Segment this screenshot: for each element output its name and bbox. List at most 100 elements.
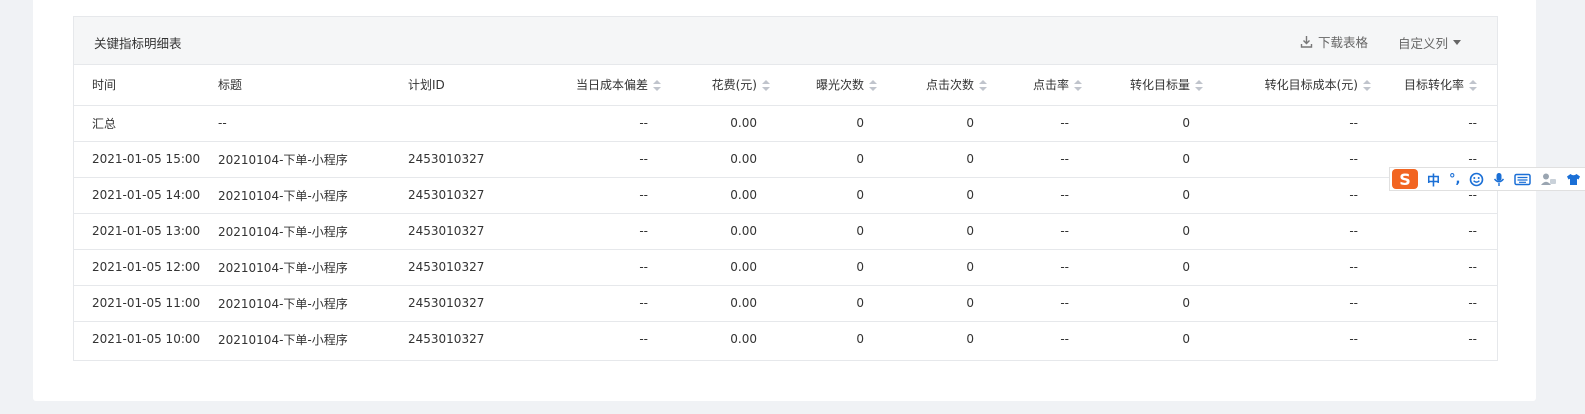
table-cell: 0 — [877, 249, 987, 286]
sort-icon[interactable] — [653, 80, 661, 92]
download-table-button[interactable]: 下载表格 — [1300, 32, 1368, 51]
table-cell: 2021-01-05 10:00 — [92, 332, 201, 347]
sort-icon[interactable] — [979, 80, 987, 92]
custom-columns-button[interactable]: 自定义列 — [1398, 33, 1462, 52]
table-cell: -- — [1203, 249, 1371, 286]
table-cell: 0 — [770, 249, 877, 286]
table-cell: 2453010327 — [408, 332, 485, 347]
microphone-icon[interactable] — [1493, 172, 1505, 187]
column-header-9[interactable]: 转化目标成本(元) — [1203, 65, 1371, 106]
sort-icon[interactable] — [1074, 80, 1082, 92]
table-cell: -- — [1371, 105, 1497, 142]
table-cell: -- — [987, 177, 1082, 214]
emoji-icon[interactable] — [1469, 172, 1484, 187]
table-cell: 0 — [770, 213, 877, 250]
column-header-label: 点击率 — [1032, 78, 1069, 93]
column-header-7[interactable]: 点击率 — [987, 65, 1082, 106]
column-header-8[interactable]: 转化目标量 — [1082, 65, 1203, 106]
table-cell: -- — [1203, 105, 1371, 142]
column-header-5[interactable]: 曝光次数 — [770, 65, 877, 106]
table-cell: 0 — [877, 177, 987, 214]
table-cell: -- — [1203, 141, 1371, 178]
table-cell: -- — [1203, 177, 1371, 214]
table-cell: -- — [514, 285, 661, 322]
table-cell: 0 — [770, 177, 877, 214]
custom-columns-label: 自定义列 — [1398, 36, 1449, 51]
table-cell — [408, 105, 514, 142]
table-cell: 0 — [877, 105, 987, 142]
table-cell: 0 — [770, 141, 877, 178]
table-cell: 2453010327 — [408, 285, 514, 322]
table-row: 2021-01-05 15:00 20210104-下单-小程序 245301032… — [74, 141, 1497, 178]
table-cell: -- — [987, 249, 1082, 286]
column-header-6[interactable]: 点击次数 — [877, 65, 987, 106]
table-row: 2021-01-05 14:00 20210104-下单-小程序 245301032… — [74, 177, 1497, 214]
table-cell: 0 — [1082, 285, 1203, 322]
table-cell: -- — [987, 213, 1082, 250]
table-cell: -- — [987, 105, 1082, 142]
column-header-2: 计划ID — [408, 65, 514, 106]
table-cell: 2453010327 — [408, 213, 514, 250]
keyboard-icon[interactable] — [1514, 173, 1532, 186]
column-header-1: 标题 — [218, 65, 408, 106]
table-cell: 20210104-下单-小程序 — [218, 213, 408, 250]
column-header-label: 曝光次数 — [815, 78, 864, 93]
column-header-label: 目标转化率 — [1403, 78, 1464, 93]
table-cell: -- — [1060, 332, 1069, 347]
table-cell: 0.00 — [661, 177, 770, 214]
sort-icon[interactable] — [1469, 80, 1477, 92]
table-cell: 2021-01-05 12:00 — [74, 249, 218, 286]
key-metrics-panel: 关键指标明细表 下载表格 自定义列 时间 标题 计划ID 当日成本偏差 花费(元) 曝光次… — [73, 16, 1498, 361]
column-header-label: 点击次数 — [925, 78, 974, 93]
column-header-label: 转化目标成本(元) — [1264, 78, 1358, 93]
table-cell: 0.00 — [730, 332, 757, 347]
table-cell: 2453010327 — [408, 249, 514, 286]
column-header-label: 计划ID — [408, 78, 445, 93]
sort-icon[interactable] — [1195, 80, 1203, 92]
table-row: 2021-01-05 10:00 20210104-下单-小程序 245301032… — [74, 321, 1497, 357]
table-cell: 0 — [770, 285, 877, 322]
table-cell: -- — [1203, 213, 1371, 250]
table-cell: 0.00 — [661, 141, 770, 178]
metrics-table: 时间 标题 计划ID 当日成本偏差 花费(元) 曝光次数 点击次数 点击率 转化目标量 转化目标成… — [74, 65, 1497, 357]
sort-icon[interactable] — [869, 80, 877, 92]
column-header-0: 时间 — [74, 65, 218, 106]
column-header-10[interactable]: 目标转化率 — [1371, 65, 1497, 106]
summary-row: 汇总 -- -- 0.00 0 0 -- 0 -- -- — [74, 105, 1497, 142]
table-cell: 0 — [966, 332, 974, 347]
table-cell: 0.00 — [661, 213, 770, 250]
caret-down-icon — [1453, 40, 1462, 45]
column-header-label: 转化目标量 — [1129, 78, 1190, 93]
download-table-label: 下载表格 — [1318, 35, 1369, 50]
table-cell: 0.00 — [661, 105, 770, 142]
table-cell: 0 — [1082, 213, 1203, 250]
table-row: 2021-01-05 12:00 20210104-下单-小程序 245301032… — [74, 249, 1497, 286]
column-header-4[interactable]: 花费(元) — [661, 65, 770, 106]
sort-icon[interactable] — [762, 80, 770, 92]
sogou-logo-icon[interactable]: S — [1392, 169, 1418, 189]
table-cell: 0 — [770, 105, 877, 142]
column-header-label: 时间 — [92, 78, 117, 93]
column-header-label: 当日成本偏差 — [575, 78, 648, 93]
table-cell: 0 — [877, 213, 987, 250]
user-settings-icon[interactable] — [1540, 172, 1557, 186]
sort-icon[interactable] — [1363, 80, 1371, 92]
column-header-3[interactable]: 当日成本偏差 — [514, 65, 661, 106]
table-cell: -- — [1468, 332, 1477, 347]
skin-icon[interactable] — [1566, 173, 1581, 186]
table-cell: 20210104-下单-小程序 — [218, 249, 408, 286]
table-cell: 2021-01-05 11:00 — [74, 285, 218, 322]
table-cell: -- — [514, 141, 661, 178]
table-cell: 2021-01-05 13:00 — [74, 213, 218, 250]
ime-mode-toggle[interactable]: 中 — [1427, 170, 1440, 189]
table-cell: -- — [987, 141, 1082, 178]
column-header-label: 花费(元) — [711, 78, 757, 93]
table-cell: 20210104-下单-小程序 — [218, 141, 408, 178]
table-cell: 0 — [856, 332, 864, 347]
ime-punctuation-toggle[interactable]: °, — [1449, 172, 1460, 187]
table-cell: 0 — [1082, 249, 1203, 286]
table-cell: 20210104-下单-小程序 — [218, 285, 408, 322]
table-cell: 2453010327 — [408, 177, 514, 214]
table-cell: 2453010327 — [408, 141, 514, 178]
ime-toolbar[interactable]: S 中 °, — [1389, 167, 1585, 191]
